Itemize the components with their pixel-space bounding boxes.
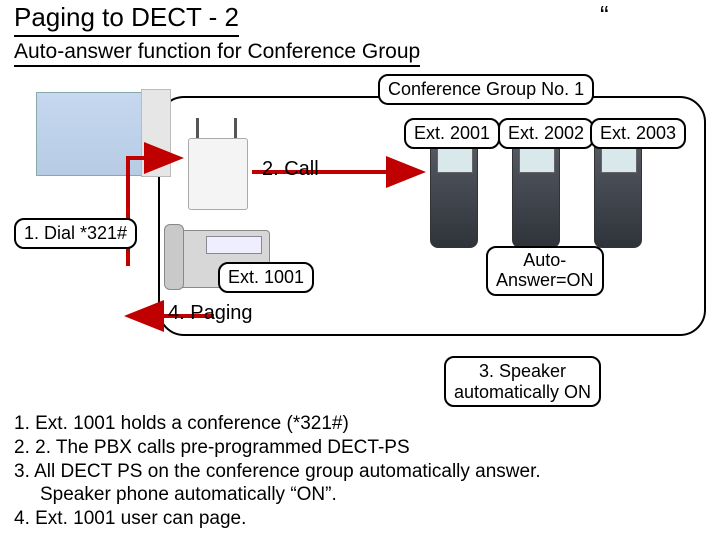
- step-item-4: 4. Ext. 1001 user can page.: [14, 507, 706, 531]
- ext-2003-label: Ext. 2003: [590, 118, 686, 149]
- dect-antenna-icon: [182, 118, 252, 212]
- step1-dial-label: 1. Dial *321#: [14, 218, 137, 249]
- pbx-icon: [36, 92, 168, 176]
- step-item-2: 2. 2. The PBX calls pre-programmed DECT-…: [14, 436, 706, 460]
- step2-call-label: 2. Call: [262, 158, 319, 181]
- ext-2002-label: Ext. 2002: [498, 118, 594, 149]
- steps-list: 1. Ext. 1001 holds a conference (*321#) …: [14, 412, 706, 531]
- ext-1001-label: Ext. 1001: [218, 262, 314, 293]
- step4-paging-label: 4. Paging: [168, 302, 253, 325]
- page-title: Paging to DECT - 2: [14, 2, 239, 37]
- step-item-3: 3. All DECT PS on the conference group a…: [14, 460, 706, 484]
- step-item-1: 1. Ext. 1001 holds a conference (*321#): [14, 412, 706, 436]
- speaker-on-line2: automatically ON: [454, 382, 591, 403]
- auto-answer-line1: Auto-: [496, 251, 594, 271]
- step-item-3b: Speaker phone automatically “ON”.: [14, 483, 706, 507]
- speaker-on-line1: 3. Speaker: [454, 361, 591, 382]
- ext-2001-label: Ext. 2001: [404, 118, 500, 149]
- speaker-on-label: 3. Speaker automatically ON: [444, 356, 601, 407]
- group-title-label: Conference Group No. 1: [378, 74, 594, 105]
- auto-answer-line2: Answer=ON: [496, 271, 594, 291]
- decorative-quote: “: [600, 0, 609, 31]
- auto-answer-label: Auto- Answer=ON: [486, 246, 604, 296]
- page-subtitle: Auto-answer function for Conference Grou…: [14, 40, 420, 67]
